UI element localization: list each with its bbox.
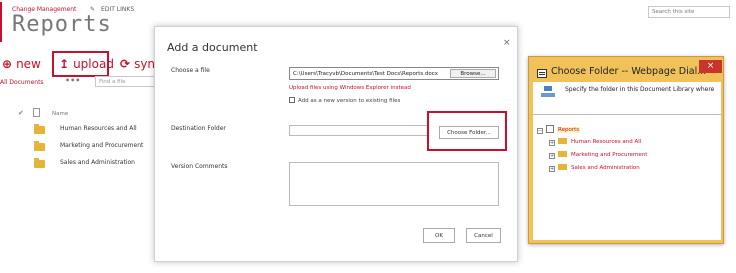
folder-icon (34, 158, 45, 168)
folder-picker-body: Specify the folder in this Document Libr… (533, 82, 721, 240)
tree-folder-label[interactable]: Marketing and Procurement (571, 152, 647, 158)
browse-button[interactable]: Browse... (450, 69, 496, 78)
file-path-field[interactable]: C:\Users\Tracyvb\Documents\Test Docs\Rep… (289, 67, 499, 80)
cancel-button[interactable]: Cancel (466, 228, 501, 243)
folder-icon (558, 164, 567, 170)
folder-icon (558, 151, 567, 157)
new-button[interactable]: ⊕ new (2, 57, 41, 71)
list-item-label[interactable]: Marketing and Procurement (60, 142, 143, 149)
upload-highlight-box (52, 51, 109, 77)
folder-icon (34, 124, 45, 134)
dialog-title: Add a document (167, 41, 258, 54)
list-item-label[interactable]: Sales and Administration (60, 159, 135, 166)
more-views-button[interactable]: ••• (65, 76, 80, 85)
document-type-icon (33, 108, 40, 117)
destination-folder-label: Destination Folder (171, 125, 226, 132)
choose-folder-button[interactable]: Choose Folder... (439, 126, 499, 139)
list-item-label[interactable]: Human Resources and All (60, 125, 137, 132)
tree-folder-label[interactable]: Sales and Administration (571, 165, 640, 171)
select-all-check-icon[interactable]: ✔ (18, 109, 24, 117)
collapse-icon[interactable]: − (537, 128, 543, 134)
destination-folder-input[interactable] (289, 125, 429, 136)
folder-icon (34, 141, 45, 151)
version-comments-textarea[interactable] (289, 162, 499, 206)
tree-root-label[interactable]: Reports (557, 127, 581, 133)
sync-icon: ⟳ (120, 57, 131, 71)
add-version-option[interactable]: Add as a new version to existing files (289, 97, 400, 104)
page-title: Reports (12, 12, 112, 37)
divider (533, 114, 721, 115)
view-all-documents[interactable]: All Documents (0, 79, 44, 86)
window-icon (537, 69, 547, 78)
add-version-label: Add as a new version to existing files (298, 98, 401, 104)
choose-file-label: Choose a file (171, 67, 210, 74)
tree-folder-item[interactable]: + Sales and Administration (549, 164, 640, 172)
tree-folder-label[interactable]: Human Resources and All (571, 139, 641, 145)
folder-instruction-text: Specify the folder in this Document Libr… (565, 86, 715, 93)
ok-button[interactable]: OK (423, 228, 455, 243)
search-input[interactable]: Search this site (648, 6, 730, 18)
expand-icon[interactable]: + (549, 166, 555, 172)
file-path-value: C:\Users\Tracyvb\Documents\Test Docs\Rep… (293, 71, 438, 77)
tree-folder-item[interactable]: + Human Resources and All (549, 138, 641, 146)
folder-icon (558, 138, 567, 144)
name-column-header[interactable]: Name (52, 111, 68, 117)
site-hierarchy-icon (541, 86, 555, 98)
add-document-dialog: Add a document × Choose a file C:\Users\… (154, 26, 518, 262)
window-title: Choose Folder -- Webpage Dial... (551, 66, 707, 77)
version-comments-label: Version Comments (171, 163, 228, 170)
upload-explorer-link[interactable]: Upload files using Windows Explorer inst… (289, 85, 411, 91)
new-icon: ⊕ (2, 57, 13, 71)
window-close-icon[interactable]: × (699, 60, 722, 73)
choose-folder-window: Choose Folder -- Webpage Dial... × Speci… (528, 56, 724, 244)
tree-root[interactable]: − Reports (537, 125, 581, 134)
tree-folder-item[interactable]: + Marketing and Procurement (549, 151, 647, 159)
close-icon[interactable]: × (503, 38, 511, 48)
add-version-checkbox[interactable] (289, 97, 295, 103)
find-file-input[interactable]: Find a file (95, 76, 159, 87)
expand-icon[interactable]: + (549, 140, 555, 146)
expand-icon[interactable]: + (549, 153, 555, 159)
brand-accent-bar (0, 2, 2, 42)
new-label: new (16, 57, 41, 71)
library-icon (546, 125, 554, 133)
